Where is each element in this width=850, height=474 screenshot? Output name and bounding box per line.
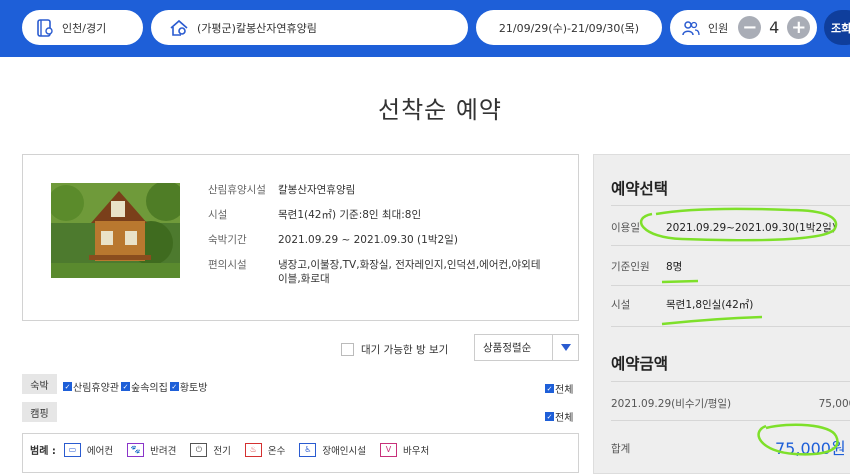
base-people-value: 8명 (666, 261, 683, 273)
page-title: 선착순 예약 (377, 96, 503, 124)
all-label: 전체 (555, 385, 574, 396)
info-label: 편의시설 (208, 259, 247, 271)
facility-row: 시설 목련1,8인실(42㎡) (611, 297, 850, 312)
summary-panel (593, 154, 850, 474)
stay-option[interactable]: ✓ 숲속의집 (121, 379, 168, 394)
facility-card: 산림휴양시설 칼봉산자연휴양림 시설 목련1(42㎡) 기준:8인 최대:8인 … (22, 154, 579, 321)
divider (611, 245, 850, 246)
divider (611, 381, 850, 382)
stay-all-check[interactable]: ✓ 전체 (545, 381, 573, 396)
select-title: 예약선택 (611, 180, 669, 198)
info-value: 냉장고,이불장,TV,화장실, 전자레인지,인덕션,에어컨,야외테이블,화로대 (278, 259, 541, 285)
facility-label: 시설 (611, 299, 631, 311)
date-text: 21/09/29(수)-21/09/30(목) (498, 21, 640, 35)
plug-icon: ⏻ (190, 442, 208, 457)
checkbox-checked-icon[interactable]: ✓ (545, 384, 554, 393)
legend-label: 장애인시설 (322, 445, 367, 457)
divider (611, 205, 850, 206)
price-line: 2021.09.29(비수기/평일) 75,000원 (611, 396, 850, 411)
map-book-icon (36, 18, 54, 38)
price-line-value: 75,000원 (818, 398, 850, 410)
sort-select[interactable]: 상품정렬순 (474, 334, 579, 361)
house-pin-icon (169, 19, 189, 37)
divider (611, 420, 850, 421)
stay-tag[interactable]: 숙박 (22, 374, 57, 394)
people-icon (682, 20, 700, 36)
region-text: 인천/경기 (62, 21, 107, 35)
legend-title: 범례 : (30, 446, 56, 457)
stay-option[interactable]: ✓ 황토방 (169, 379, 208, 394)
checkbox-checked-icon[interactable]: ✓ (169, 382, 179, 391)
stay-option-label: 황토방 (179, 383, 208, 394)
facility-value: 목련1,8인실(42㎡) (666, 299, 754, 311)
divider (611, 285, 850, 286)
legend-item: ⏻ 전기 (190, 442, 231, 457)
people-count: 4 (769, 18, 780, 37)
use-date-row: 이용일 2021.09.29~2021.09.30(1박2일) (611, 220, 850, 235)
info-label: 산림휴양시설 (208, 184, 266, 196)
camp-tag[interactable]: 캠핑 (22, 402, 57, 422)
checkbox-checked-icon[interactable]: ✓ (545, 412, 554, 421)
hot-water-icon: ♨ (244, 442, 262, 457)
checkbox-checked-icon[interactable]: ✓ (63, 382, 72, 391)
decrement-button[interactable]: − (738, 16, 762, 39)
divider (611, 326, 850, 327)
legend-item: V 바우처 (380, 442, 430, 457)
legend-label: 온수 (267, 445, 286, 457)
base-people-row: 기준인원 8명 (611, 259, 850, 274)
legend-label: 바우처 (403, 445, 430, 457)
people-selector: 인원 − 4 + (670, 10, 817, 45)
legend-label: 전기 (213, 445, 231, 457)
stay-option-label: 산림휴양관 (73, 383, 119, 394)
stay-type-options: ✓ 산림휴양관 ✓ 숲속의집 ✓ 황토방 (63, 379, 209, 394)
forest-selector[interactable]: (가평군)칼봉산자연휴양림 (151, 10, 468, 45)
info-value: 목련1(42㎡) 기준:8인 최대:8인 (278, 209, 422, 221)
info-row: 편의시설 냉장고,이불장,TV,화장실, 전자레인지,인덕션,에어컨,야외테이블… (208, 258, 548, 286)
use-date-label: 이용일 (611, 222, 640, 234)
info-row: 산림휴양시설 칼봉산자연휴양림 (208, 183, 548, 197)
all-label: 전체 (555, 413, 574, 424)
info-row: 시설 목련1(42㎡) 기준:8인 최대:8인 (208, 208, 548, 222)
info-value: 2021.09.29 ~ 2021.09.30 (1박2일) (278, 234, 458, 246)
legend-item: ▭ 에어컨 (63, 442, 114, 457)
price-line-label: 2021.09.29(비수기/평일) (611, 398, 732, 410)
chevron-down-icon[interactable] (552, 335, 578, 360)
total-value: 75,000원 (775, 439, 846, 458)
air-conditioner-icon: ▭ (63, 442, 81, 457)
info-label: 시설 (208, 209, 228, 221)
forest-text: (가평군)칼봉산자연휴양림 (197, 21, 317, 35)
waitlist-checkbox[interactable] (341, 343, 354, 356)
legend-item: 🐾 반려견 (127, 442, 177, 457)
info-label: 숙박기간 (208, 234, 247, 246)
stay-option[interactable]: ✓ 산림휴양관 (63, 379, 119, 394)
info-row: 숙박기간 2021.09.29 ~ 2021.09.30 (1박2일) (208, 233, 548, 247)
stay-option-label: 숲속의집 (131, 383, 168, 394)
voucher-icon: V (380, 442, 398, 457)
search-button[interactable]: 조회 (824, 10, 850, 45)
base-people-label: 기준인원 (611, 261, 650, 273)
facility-info: 산림휴양시설 칼봉산자연휴양림 시설 목련1(42㎡) 기준:8인 최대:8인 … (208, 183, 548, 297)
increment-button[interactable]: + (787, 16, 811, 39)
accessibility-icon: ♿ (299, 442, 317, 457)
legend-label: 반려견 (150, 445, 177, 457)
legend-label: 에어컨 (86, 445, 114, 457)
amount-title: 예약금액 (611, 355, 669, 373)
search-bar: 인천/경기 (가평군)칼봉산자연휴양림 21/09/29(수)-21/09/30… (0, 0, 850, 57)
waitlist-label: 대기 가능한 방 보기 (361, 344, 449, 356)
sort-value: 상품정렬순 (483, 342, 532, 354)
pet-icon: 🐾 (127, 442, 145, 457)
legend-item: ♿ 장애인시설 (299, 442, 367, 457)
legend: 범례 : ▭ 에어컨 🐾 반려견 ⏻ 전기 ♨ 온수 ♿ 장애인시설 V 바우처 (30, 442, 443, 457)
info-value: 칼봉산자연휴양림 (278, 184, 356, 196)
legend-item: ♨ 온수 (244, 442, 286, 457)
camp-all-check[interactable]: ✓ 전체 (545, 409, 573, 424)
people-label: 인원 (708, 21, 729, 35)
total-label: 합계 (611, 443, 631, 455)
checkbox-checked-icon[interactable]: ✓ (121, 382, 130, 391)
region-selector[interactable]: 인천/경기 (22, 10, 143, 45)
facility-photo (51, 183, 180, 278)
date-selector[interactable]: 21/09/29(수)-21/09/30(목) (476, 10, 662, 45)
waitlist-toggle[interactable]: 대기 가능한 방 보기 (341, 342, 448, 357)
use-date-value: 2021.09.29~2021.09.30(1박2일) (666, 222, 836, 234)
